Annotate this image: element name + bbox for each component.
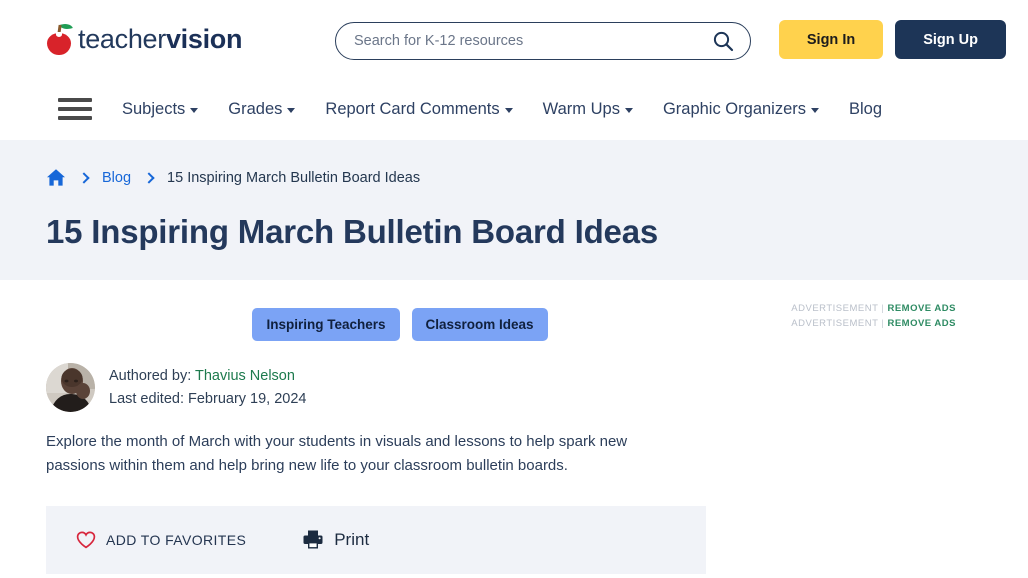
article-column: Inspiring Teachers Classroom Ideas	[0, 302, 760, 574]
byline-edited-row: Last edited: February 19, 2024	[109, 388, 307, 410]
breadcrumb-item-blog[interactable]: Blog	[102, 170, 131, 186]
site-header: teachervision Sign In Sign Up	[0, 0, 1028, 78]
apple-icon	[44, 22, 74, 56]
breadcrumb-chevron-icon	[78, 172, 89, 183]
sign-up-button[interactable]: Sign Up	[895, 20, 1006, 59]
last-edited-label: Last edited:	[109, 391, 188, 407]
print-button[interactable]: Print	[302, 529, 369, 550]
main-navigation: Subjects Grades Report Card Comments War…	[0, 78, 1028, 140]
logo-text-bold: vision	[166, 24, 242, 54]
authored-by-label: Authored by:	[109, 368, 195, 384]
site-logo[interactable]: teachervision	[44, 19, 242, 59]
article-byline: Authored by: Thavius Nelson Last edited:…	[46, 363, 760, 412]
chevron-down-icon	[287, 108, 295, 113]
chevron-down-icon	[811, 108, 819, 113]
heart-icon	[76, 531, 96, 549]
sidebar-column: ADVERTISEMENT | REMOVE ADS ADVERTISEMENT…	[760, 302, 1028, 574]
nav-item-report-card-comments[interactable]: Report Card Comments	[325, 100, 512, 119]
printer-icon	[302, 529, 324, 550]
hamburger-menu-icon[interactable]	[58, 98, 92, 120]
nav-item-grades[interactable]: Grades	[228, 100, 295, 119]
nav-item-graphic-organizers[interactable]: Graphic Organizers	[663, 100, 819, 119]
article-lede: Explore the month of March with your stu…	[46, 430, 666, 479]
chevron-down-icon	[505, 108, 513, 113]
chevron-down-icon	[190, 108, 198, 113]
article-tags: Inspiring Teachers Classroom Ideas	[0, 308, 760, 341]
nav-item-subjects[interactable]: Subjects	[122, 100, 198, 119]
author-link[interactable]: Thavius Nelson	[195, 368, 295, 384]
print-label: Print	[334, 530, 369, 550]
byline-author-row: Authored by: Thavius Nelson	[109, 365, 307, 387]
search-button[interactable]	[708, 23, 750, 59]
advertisement-notice: ADVERTISEMENT | REMOVE ADS	[760, 317, 1028, 332]
article-tag-classroom-ideas[interactable]: Classroom Ideas	[412, 308, 548, 341]
article-action-bar: ADD TO FAVORITES Print	[46, 506, 706, 574]
main-content: Inspiring Teachers Classroom Ideas	[0, 280, 1028, 574]
advertisement-label: ADVERTISEMENT	[791, 318, 878, 329]
advertisement-separator: |	[881, 318, 884, 329]
advertisement-notice: ADVERTISEMENT | REMOVE ADS	[760, 302, 1028, 317]
add-to-favorites-label: ADD TO FAVORITES	[106, 532, 246, 548]
logo-text-thin: teacher	[78, 24, 166, 54]
search-box[interactable]	[335, 22, 751, 60]
nav-item-blog[interactable]: Blog	[849, 100, 882, 119]
last-edited-date: February 19, 2024	[188, 391, 307, 407]
breadcrumb: Blog 15 Inspiring March Bulletin Board I…	[46, 168, 1028, 187]
breadcrumb-chevron-icon	[143, 172, 154, 183]
byline-text: Authored by: Thavius Nelson Last edited:…	[109, 365, 307, 410]
advertisement-label: ADVERTISEMENT	[791, 303, 878, 314]
breadcrumb-item-current: 15 Inspiring March Bulletin Board Ideas	[167, 170, 420, 186]
nav-item-label: Subjects	[122, 100, 185, 119]
nav-item-label: Blog	[849, 100, 882, 119]
hero-section: Blog 15 Inspiring March Bulletin Board I…	[0, 140, 1028, 280]
search-icon	[712, 30, 734, 52]
remove-ads-link[interactable]: REMOVE ADS	[887, 303, 956, 314]
sign-in-button[interactable]: Sign In	[779, 20, 883, 59]
avatar-photo	[46, 363, 95, 412]
avatar	[46, 363, 95, 412]
logo-text: teachervision	[78, 24, 242, 55]
nav-item-label: Graphic Organizers	[663, 100, 806, 119]
advertisement-separator: |	[881, 303, 884, 314]
article-tag-inspiring-teachers[interactable]: Inspiring Teachers	[252, 308, 399, 341]
nav-item-label: Grades	[228, 100, 282, 119]
remove-ads-link[interactable]: REMOVE ADS	[887, 318, 956, 329]
auth-buttons: Sign In Sign Up	[779, 20, 1006, 59]
home-icon[interactable]	[46, 168, 66, 187]
nav-item-label: Warm Ups	[543, 100, 620, 119]
nav-item-warm-ups[interactable]: Warm Ups	[543, 100, 633, 119]
nav-item-label: Report Card Comments	[325, 100, 499, 119]
sidebar-inner: ADVERTISEMENT | REMOVE ADS ADVERTISEMENT…	[760, 302, 1028, 578]
chevron-down-icon	[625, 108, 633, 113]
page-title: 15 Inspiring March Bulletin Board Ideas	[46, 213, 1028, 251]
search-input[interactable]	[336, 33, 708, 49]
add-to-favorites-button[interactable]: ADD TO FAVORITES	[76, 531, 246, 549]
